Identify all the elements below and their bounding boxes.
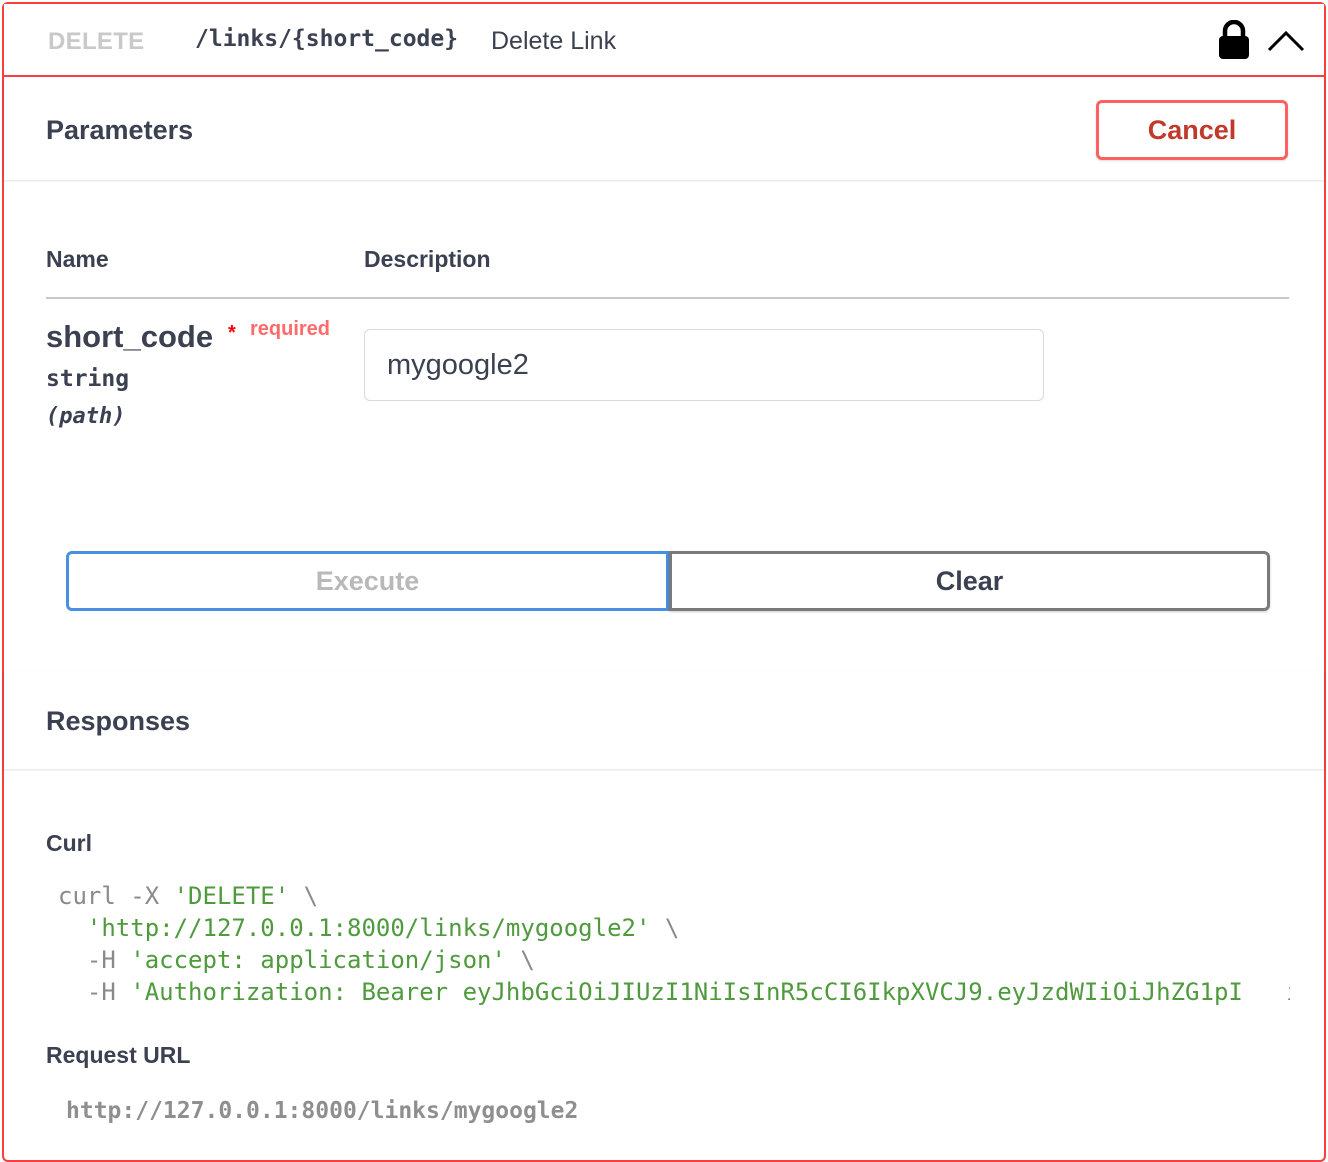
column-header-description: Description bbox=[364, 246, 491, 272]
clear-button[interactable]: Clear bbox=[669, 551, 1270, 611]
curl-line-1-method: 'DELETE' bbox=[173, 882, 290, 910]
request-url-value: http://127.0.0.1:8000/links/mygoogle2 bbox=[66, 1098, 579, 1124]
chevron-up-icon[interactable] bbox=[1266, 26, 1306, 56]
responses-title: Responses bbox=[46, 706, 191, 736]
curl-line-3-header: 'accept: application/json' bbox=[130, 946, 506, 974]
curl-line-1-tail: \ bbox=[289, 882, 319, 910]
curl-line-4-flag: -H bbox=[58, 978, 131, 1006]
lock-icon[interactable] bbox=[1217, 20, 1251, 60]
curl-command[interactable]: curl -X 'DELETE' \ 'http://127.0.0.1:800… bbox=[58, 880, 1290, 1010]
operation-block-delete: DELETE /links/{short_code} Delete Link P… bbox=[2, 2, 1326, 1162]
execute-button[interactable]: Execute bbox=[66, 551, 669, 611]
operation-summary[interactable]: DELETE /links/{short_code} Delete Link bbox=[4, 4, 1324, 77]
http-method-badge: DELETE bbox=[48, 28, 145, 55]
curl-title: Curl bbox=[46, 830, 92, 856]
curl-line-4-header: 'Authorization: Bearer eyJhbGciOiJIUzI1N… bbox=[130, 978, 1290, 1006]
curl-line-2-indent bbox=[58, 914, 87, 942]
curl-line-3-tail: \ bbox=[505, 946, 535, 974]
curl-line-2-url: 'http://127.0.0.1:8000/links/mygoogle2' bbox=[86, 914, 651, 942]
cancel-button[interactable]: Cancel bbox=[1096, 100, 1288, 160]
curl-line-3-flag: -H bbox=[58, 946, 131, 974]
request-url-title: Request URL bbox=[46, 1042, 191, 1068]
curl-line-1-cmd: curl -X bbox=[58, 882, 174, 910]
parameter-name: short_code bbox=[46, 319, 214, 354]
table-header-divider bbox=[46, 297, 1289, 299]
required-label: required bbox=[250, 318, 331, 340]
operation-description: Delete Link bbox=[491, 27, 617, 55]
column-header-name: Name bbox=[46, 246, 109, 272]
operation-path: /links/{short_code} bbox=[195, 26, 459, 52]
parameters-title: Parameters bbox=[46, 115, 194, 145]
responses-header: Responses bbox=[4, 672, 1324, 769]
required-star: * bbox=[228, 322, 236, 344]
parameter-location: (path) bbox=[46, 404, 126, 429]
parameter-type: string bbox=[46, 366, 130, 392]
curl-line-2-tail: \ bbox=[650, 914, 680, 942]
short-code-input[interactable] bbox=[364, 329, 1044, 401]
